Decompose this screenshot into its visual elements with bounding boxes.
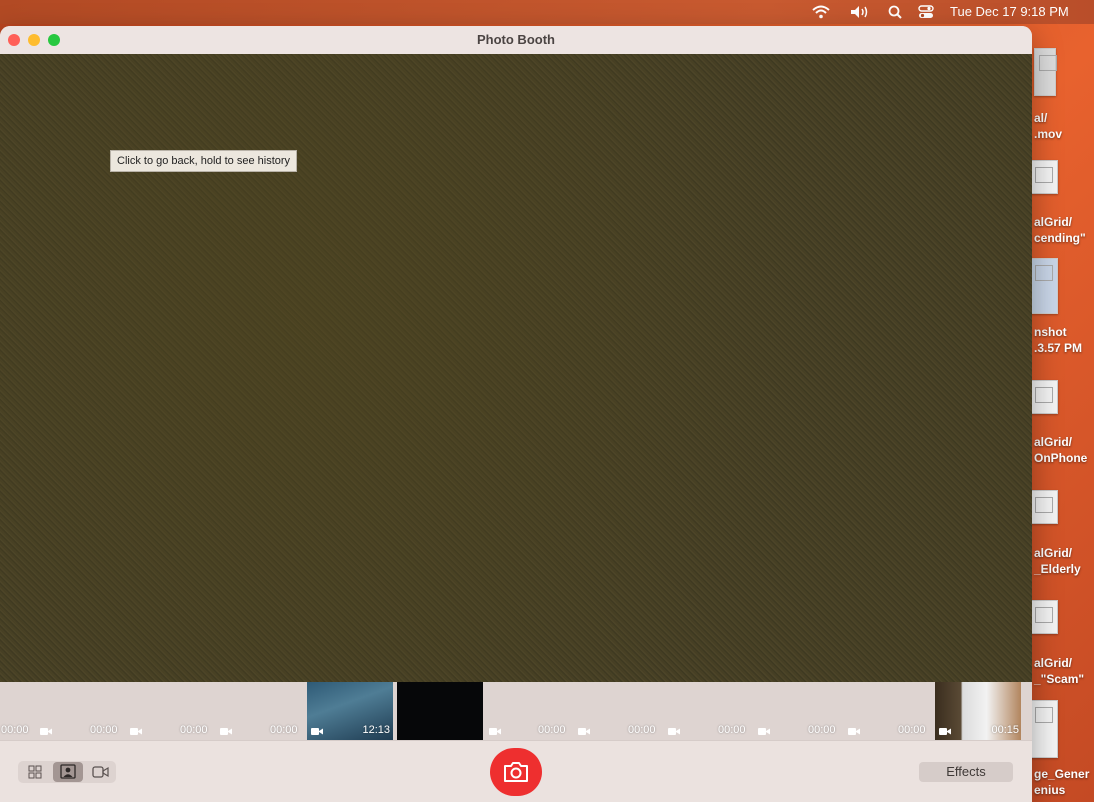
single-photo-mode-button[interactable]: [53, 762, 83, 782]
filmstrip-clip[interactable]: 00:00: [0, 682, 88, 740]
control-center-icon[interactable]: [918, 0, 934, 24]
video-icon: [130, 728, 142, 735]
bottom-toolbar: Effects: [0, 740, 1032, 802]
filmstrip-clip[interactable]: 00:00: [848, 682, 936, 740]
desktop-file-thumbnail[interactable]: [1030, 700, 1058, 758]
clip-duration: 00:15: [991, 724, 1019, 736]
capture-mode-control[interactable]: [18, 761, 116, 783]
clip-duration: 12:13: [362, 724, 390, 736]
filmstrip-clip[interactable]: [397, 682, 483, 740]
desktop-file-thumbnail[interactable]: [1030, 380, 1058, 414]
filmstrip-clip[interactable]: 12:13: [307, 682, 393, 740]
desktop-item-label[interactable]: alGrid/cending": [1034, 214, 1086, 246]
camera-preview: Click to go back, hold to see history: [0, 54, 1032, 706]
video-icon: [489, 728, 501, 735]
window-title: Photo Booth: [477, 32, 555, 47]
filmstrip-clip[interactable]: 00:15: [935, 682, 1021, 740]
video-icon: [758, 728, 770, 735]
filmstrip-clip[interactable]: 00:00: [90, 682, 178, 740]
wifi-icon[interactable]: [812, 0, 830, 24]
video-icon: [668, 728, 680, 735]
filmstrip-clip[interactable]: 00:00: [578, 682, 666, 740]
desktop-item-label[interactable]: al/.mov: [1034, 110, 1062, 142]
clip-duration: 00:00: [1, 724, 29, 736]
four-up-mode-button[interactable]: [20, 762, 50, 782]
clip-duration: 00:00: [628, 724, 656, 736]
video-icon: [939, 728, 951, 735]
camera-icon: [504, 762, 528, 782]
title-bar[interactable]: Photo Booth: [0, 26, 1032, 55]
desktop-file-thumbnail[interactable]: [1030, 160, 1058, 194]
filmstrip-clip[interactable]: 00:00: [668, 682, 756, 740]
filmstrip-clip[interactable]: 00:00: [489, 682, 577, 740]
video-icon: [578, 728, 590, 735]
desktop-item-label[interactable]: nshot .3.57 PM: [1034, 324, 1082, 356]
filmstrip-clip[interactable]: 00:00: [180, 682, 268, 740]
clip-duration: 00:00: [808, 724, 836, 736]
filmstrip[interactable]: 00:00 00:00 00:00 00:00 12:13 00:00 00:0…: [0, 682, 1032, 740]
clip-duration: 00:00: [180, 724, 208, 736]
video-icon: [311, 728, 323, 735]
grid-icon: [28, 765, 42, 779]
volume-icon[interactable]: [850, 0, 870, 24]
clip-duration: 00:00: [898, 724, 926, 736]
video-icon: [848, 728, 860, 735]
portrait-icon: [60, 764, 76, 779]
clip-duration: 00:00: [538, 724, 566, 736]
desktop-file-thumbnail[interactable]: [1030, 258, 1058, 314]
clip-duration: 00:00: [718, 724, 746, 736]
history-tooltip: Click to go back, hold to see history: [110, 150, 298, 172]
take-photo-button[interactable]: [490, 748, 542, 796]
menu-bar: Tue Dec 17 9:18 PM: [0, 0, 1094, 24]
menu-clock[interactable]: Tue Dec 17 9:18 PM: [950, 0, 1069, 24]
clip-duration: 00:00: [270, 724, 298, 736]
desktop-file-thumbnail[interactable]: [1030, 600, 1058, 634]
video-camera-icon: [92, 766, 109, 778]
desktop-item-label[interactable]: alGrid/_"Scam": [1034, 655, 1084, 687]
desktop-item-label[interactable]: alGrid/_Elderly: [1034, 545, 1081, 577]
effects-button[interactable]: Effects: [919, 762, 1013, 782]
video-icon: [220, 728, 232, 735]
desktop-item-label[interactable]: alGrid/OnPhone: [1034, 434, 1087, 466]
desktop-file-thumbnail[interactable]: [1034, 48, 1057, 96]
filmstrip-clip[interactable]: 00:00: [758, 682, 846, 740]
photo-booth-window: Photo Booth Click to go back, hold to se…: [0, 26, 1032, 802]
video-icon: [40, 728, 52, 735]
video-mode-button[interactable]: [85, 762, 115, 782]
clip-duration: 00:00: [90, 724, 118, 736]
desktop-file-thumbnail[interactable]: [1030, 490, 1058, 524]
spotlight-search-icon[interactable]: [888, 0, 902, 24]
desktop-item-label[interactable]: ge_Gener enius: [1034, 766, 1089, 798]
